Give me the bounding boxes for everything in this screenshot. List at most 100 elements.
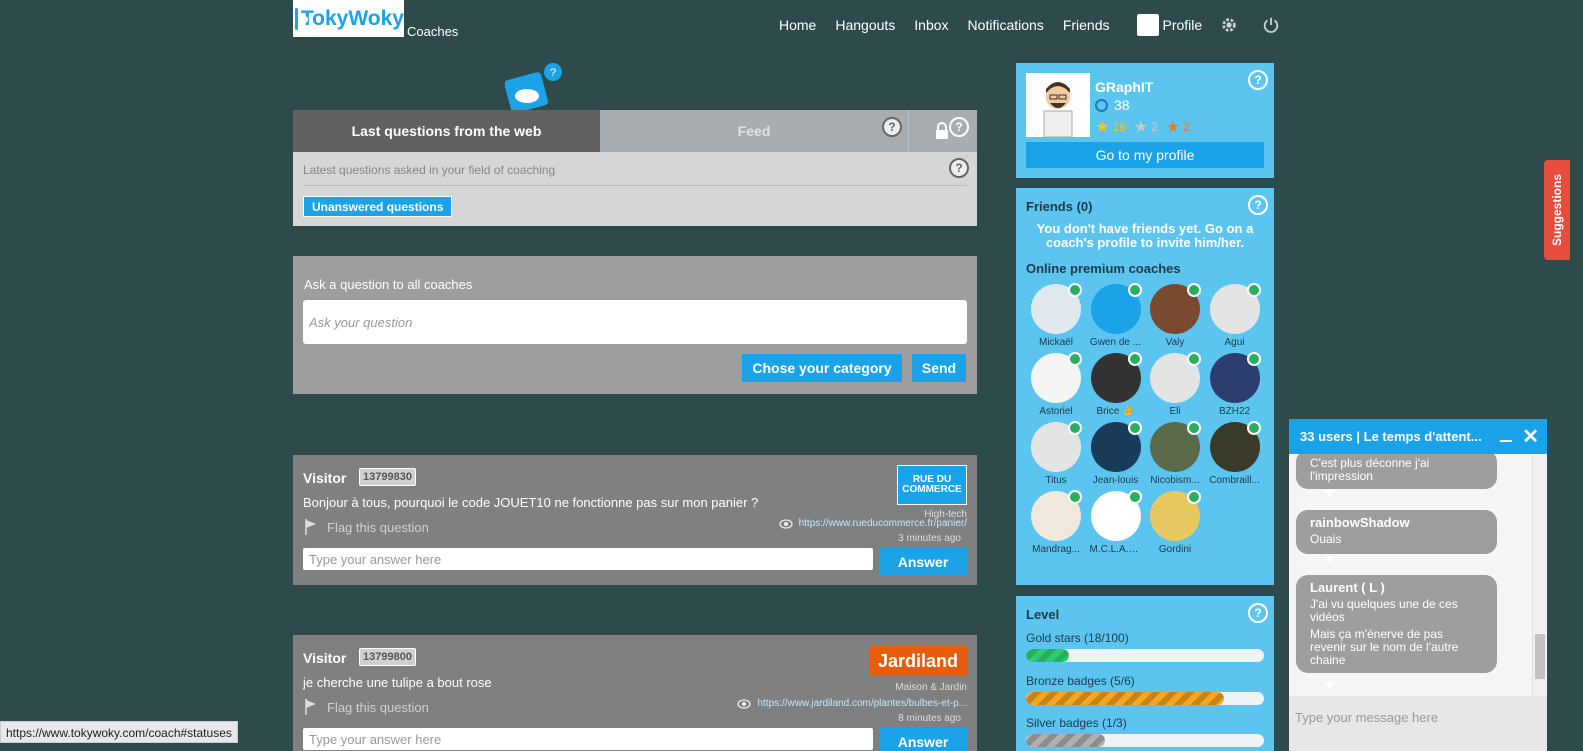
send-button[interactable]: Send [912, 354, 966, 382]
coach-item[interactable]: Mandrag... [1030, 490, 1082, 555]
nav-home[interactable]: Home [779, 17, 816, 33]
online-dot-icon [1187, 421, 1201, 435]
coach-item[interactable]: Combraill... [1209, 421, 1261, 486]
question-url-link[interactable]: https://www.rueducommerce.fr/panier/ [778, 518, 967, 529]
tokywoky-logo[interactable]: TokyWoky [293, 0, 404, 37]
coach-item[interactable]: M.C.L.A.S.B. [1090, 490, 1142, 555]
chat-window: 33 users | Le temps d'attent... ✕ C'est … [1289, 419, 1547, 751]
silver-count: 2 [1151, 120, 1158, 134]
question-card: Visitor 13799800 je cherche une tulipe a… [293, 635, 977, 751]
online-dot-icon [1246, 421, 1261, 435]
help-icon[interactable]: ? [949, 158, 969, 178]
flag-question-link[interactable]: Flag this question [305, 519, 429, 535]
coach-item[interactable]: Agui [1209, 283, 1261, 348]
chat-header[interactable]: 33 users | Le temps d'attent... ✕ [1289, 419, 1547, 454]
friends-box: Friends (0) ? You don't have friends yet… [1016, 188, 1274, 585]
unanswered-questions-button[interactable]: Unanswered questions [303, 196, 453, 217]
flag-question-link[interactable]: Flag this question [305, 699, 429, 715]
coach-name: Mandrag... [1032, 544, 1080, 555]
ask-question-panel: Ask a question to all coaches Chose your… [293, 256, 977, 394]
nav-hangouts[interactable]: Hangouts [835, 17, 895, 33]
coach-item[interactable]: Gwen de ... [1090, 283, 1142, 348]
coach-item[interactable]: Valy [1149, 283, 1201, 348]
power-icon[interactable] [1262, 16, 1280, 34]
coach-item[interactable]: Nicobism... [1149, 421, 1201, 486]
gold-count: 18 [1112, 120, 1126, 134]
gold-stars-progress [1026, 649, 1264, 662]
coach-name: Jean-louis [1092, 475, 1139, 486]
help-icon[interactable]: ? [1248, 603, 1268, 623]
coach-item[interactable]: Gordini [1149, 490, 1201, 555]
online-dot-icon [1127, 352, 1142, 366]
web-questions-panel: Latest questions asked in your field of … [293, 152, 977, 226]
chat-messages: C'est plus déconne j'ai l'impression rai… [1289, 454, 1547, 696]
question-category: Maison & Jardin [895, 682, 967, 693]
logo-text: TokyWoky [300, 6, 404, 30]
coach-avatar [1090, 421, 1142, 472]
answer-input[interactable] [303, 728, 873, 750]
tab-locked[interactable]: ? [908, 110, 977, 152]
nav-inbox[interactable]: Inbox [914, 17, 948, 33]
go-to-profile-button[interactable]: Go to my profile [1026, 142, 1264, 168]
answer-button[interactable]: Answer [879, 548, 967, 575]
help-icon[interactable]: ? [1248, 70, 1268, 90]
help-icon[interactable]: ? [949, 117, 969, 137]
coach-name: Gordini [1158, 544, 1192, 555]
status-url: https://www.tokywoky.com/coach#statuses [0, 721, 238, 743]
visitor-label: Visitor [303, 650, 347, 666]
nav-notifications[interactable]: Notifications [968, 17, 1044, 33]
close-icon[interactable]: ✕ [1522, 427, 1539, 447]
online-dot-icon [1127, 421, 1142, 435]
help-icon[interactable]: ? [882, 117, 902, 137]
coach-item[interactable]: Mickaël [1030, 283, 1082, 348]
online-dot-icon [1187, 352, 1201, 366]
question-card: Visitor 13799830 Bonjour à tous, pourquo… [293, 455, 977, 585]
online-dot-icon [1068, 283, 1082, 297]
brand-logo-jardiland: Jardiland [869, 646, 967, 676]
coach-item[interactable]: Jean-louis [1090, 421, 1142, 486]
coach-item[interactable]: Eli [1149, 352, 1201, 417]
ask-question-input[interactable] [303, 300, 967, 344]
profile-avatar[interactable] [1026, 73, 1090, 137]
friends-title: Friends (0) [1026, 199, 1093, 214]
chat-message-text: Mais ça m'énerve de pas revenir sur le n… [1310, 627, 1459, 667]
suggestions-tab[interactable]: Suggestions [1544, 160, 1570, 260]
gold-stars-label: Gold stars (18/100) [1026, 631, 1129, 645]
nav-profile[interactable]: Profile [1136, 14, 1203, 36]
question-time: 8 minutes ago [898, 713, 961, 724]
gold-stars-fill [1026, 649, 1069, 662]
chat-author: rainbowShadow [1310, 515, 1410, 530]
coach-item[interactable]: Astoriel [1030, 352, 1082, 417]
chat-message-input[interactable] [1289, 697, 1547, 737]
divider [303, 185, 967, 186]
gear-icon[interactable] [1220, 16, 1238, 34]
question-url-link[interactable]: https://www.jardiland.com/plantes/bulbes… [737, 698, 967, 709]
chat-scrollbar[interactable] [1532, 454, 1546, 696]
coach-avatar [1150, 283, 1201, 334]
tab-web-questions[interactable]: Last questions from the web [293, 110, 600, 152]
scrollbar-thumb[interactable] [1535, 634, 1545, 679]
nav-friends[interactable]: Friends [1063, 17, 1110, 33]
bubble-tail [1325, 490, 1335, 497]
coach-item[interactable]: Titus [1030, 421, 1082, 486]
answer-input[interactable] [303, 548, 873, 570]
coach-name: Titus [1045, 475, 1067, 486]
visitor-label: Visitor [303, 470, 347, 486]
coach-name: Astoriel [1039, 406, 1073, 417]
help-icon[interactable]: ? [1248, 195, 1268, 215]
ask-label: Ask a question to all coaches [304, 277, 473, 292]
minimize-icon[interactable] [1500, 439, 1513, 442]
coach-item[interactable]: BZH22 [1209, 352, 1261, 417]
answer-button[interactable]: Answer [879, 728, 967, 751]
svg-text:?: ? [550, 67, 556, 79]
coach-avatar [1150, 421, 1201, 472]
choose-category-button[interactable]: Chose your category [742, 354, 902, 382]
level-title: Level [1026, 607, 1060, 622]
coach-item[interactable]: Brice ✌ [1090, 352, 1142, 417]
online-dot-icon [1187, 490, 1201, 504]
gold-star-icon: ★ [1095, 119, 1110, 136]
nav-profile-label: Profile [1162, 17, 1203, 33]
tab-feed[interactable]: Feed ? [600, 110, 908, 152]
online-dot-icon [1127, 490, 1142, 504]
coach-name: Agui [1224, 337, 1245, 348]
